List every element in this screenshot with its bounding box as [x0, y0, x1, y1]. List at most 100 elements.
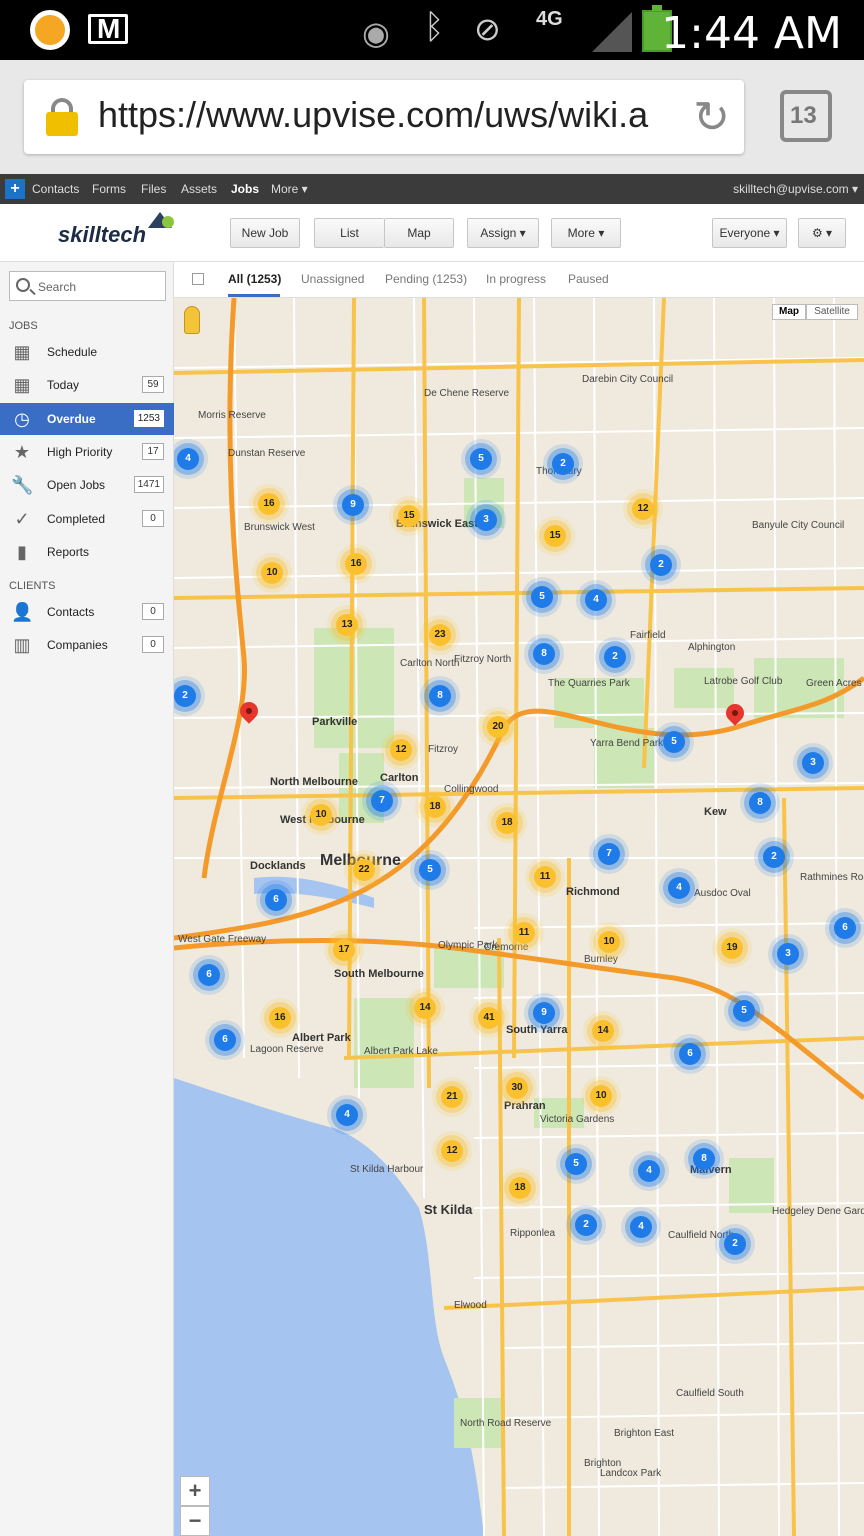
nav-assets[interactable]: Assets	[181, 182, 217, 196]
cluster-marker[interactable]: 16	[345, 553, 367, 575]
map-type-map[interactable]: Map	[772, 304, 806, 320]
cluster-marker[interactable]: 2	[724, 1233, 746, 1255]
cluster-marker[interactable]: 30	[506, 1077, 528, 1099]
cluster-marker[interactable]: 5	[565, 1153, 587, 1175]
zoom-out-button[interactable]: −	[180, 1506, 210, 1536]
cluster-marker[interactable]: 41	[478, 1007, 500, 1029]
cluster-marker[interactable]: 4	[177, 448, 199, 470]
cluster-marker[interactable]: 4	[630, 1216, 652, 1238]
nav-contacts[interactable]: Contacts	[32, 182, 79, 196]
nav-jobs[interactable]: Jobs	[231, 182, 259, 196]
sidebar-item-open-jobs[interactable]: 🔧 Open Jobs 1471	[0, 469, 174, 501]
sidebar-item-completed[interactable]: ✓ Completed 0	[0, 503, 174, 535]
cluster-marker[interactable]: 8	[693, 1148, 715, 1170]
cluster-marker[interactable]: 21	[441, 1086, 463, 1108]
reload-icon[interactable]: ↻	[693, 92, 730, 143]
nav-forms[interactable]: Forms	[92, 182, 126, 196]
tab-in-progress[interactable]: In progress	[486, 272, 546, 286]
cluster-marker[interactable]: 2	[552, 453, 574, 475]
cluster-marker[interactable]: 2	[575, 1214, 597, 1236]
tab-paused[interactable]: Paused	[568, 272, 609, 286]
cluster-marker[interactable]: 4	[336, 1104, 358, 1126]
cluster-marker[interactable]: 20	[487, 716, 509, 738]
sidebar-item-contacts[interactable]: 👤 Contacts 0	[0, 596, 174, 628]
cluster-marker[interactable]: 6	[679, 1043, 701, 1065]
cluster-marker[interactable]: 5	[663, 731, 685, 753]
select-all-checkbox[interactable]	[192, 273, 204, 285]
sidebar-item-overdue[interactable]: ◷ Overdue 1253	[0, 403, 174, 435]
cluster-marker[interactable]: 12	[441, 1140, 463, 1162]
cluster-marker[interactable]: 17	[333, 939, 355, 961]
cluster-marker[interactable]: 15	[398, 505, 420, 527]
cluster-marker[interactable]: 18	[424, 796, 446, 818]
url-bar[interactable]: https://www.upvise.com/uws/wiki.a ↻	[24, 80, 744, 154]
cluster-marker[interactable]: 8	[749, 792, 771, 814]
cluster-marker[interactable]: 22	[353, 859, 375, 881]
list-view-button[interactable]: List	[314, 218, 384, 248]
cluster-marker[interactable]: 3	[777, 943, 799, 965]
sidebar-item-high-priority[interactable]: ★ High Priority 17	[0, 436, 174, 468]
add-button[interactable]: +	[5, 179, 25, 199]
sidebar-item-today[interactable]: ▦ Today 59	[0, 369, 174, 401]
map-view-button[interactable]: Map	[384, 218, 454, 248]
cluster-marker[interactable]: 8	[533, 643, 555, 665]
new-job-button[interactable]: New Job	[230, 218, 300, 248]
cluster-marker[interactable]: 23	[429, 624, 451, 646]
cluster-marker[interactable]: 6	[214, 1029, 236, 1051]
user-menu[interactable]: skilltech@upvise.com ▾	[733, 182, 858, 196]
cluster-marker[interactable]: 13	[336, 614, 358, 636]
cluster-marker[interactable]: 5	[531, 586, 553, 608]
nav-files[interactable]: Files	[141, 182, 166, 196]
cluster-marker[interactable]: 11	[513, 922, 535, 944]
cluster-marker[interactable]: 19	[721, 937, 743, 959]
cluster-marker[interactable]: 2	[650, 554, 672, 576]
cluster-marker[interactable]: 9	[533, 1002, 555, 1024]
cluster-marker[interactable]: 2	[604, 646, 626, 668]
tabs-button[interactable]: 13	[780, 90, 832, 142]
zoom-in-button[interactable]: +	[180, 1476, 210, 1506]
tab-pending[interactable]: Pending (1253)	[385, 272, 467, 286]
cluster-marker[interactable]: 11	[534, 866, 556, 888]
cluster-marker[interactable]: 10	[261, 562, 283, 584]
cluster-marker[interactable]: 5	[733, 1000, 755, 1022]
lock-warning-icon[interactable]	[46, 98, 78, 136]
cluster-marker[interactable]: 10	[590, 1085, 612, 1107]
cluster-marker[interactable]: 2	[174, 685, 196, 707]
cluster-marker[interactable]: 12	[632, 498, 654, 520]
cluster-marker[interactable]: 16	[269, 1007, 291, 1029]
cluster-marker[interactable]: 10	[310, 804, 332, 826]
cluster-marker[interactable]: 10	[598, 931, 620, 953]
cluster-marker[interactable]: 3	[802, 752, 824, 774]
everyone-filter[interactable]: Everyone ▾	[712, 218, 787, 248]
tab-all[interactable]: All (1253)	[228, 272, 281, 286]
cluster-marker[interactable]: 4	[668, 877, 690, 899]
cluster-marker[interactable]: 18	[496, 812, 518, 834]
sidebar-item-companies[interactable]: ▥ Companies 0	[0, 629, 174, 661]
cluster-marker[interactable]: 4	[638, 1160, 660, 1182]
street-view-pegman-icon[interactable]	[184, 306, 200, 334]
cluster-marker[interactable]: 5	[419, 859, 441, 881]
cluster-marker[interactable]: 8	[429, 685, 451, 707]
sidebar-item-schedule[interactable]: ▦ Schedule	[0, 336, 174, 368]
cluster-marker[interactable]: 16	[258, 493, 280, 515]
cluster-marker[interactable]: 12	[390, 739, 412, 761]
tab-unassigned[interactable]: Unassigned	[301, 272, 364, 286]
cluster-marker[interactable]: 9	[342, 494, 364, 516]
cluster-marker[interactable]: 14	[414, 997, 436, 1019]
cluster-marker[interactable]: 6	[265, 889, 287, 911]
cluster-marker[interactable]: 5	[470, 448, 492, 470]
nav-more[interactable]: More ▾	[271, 182, 308, 196]
cluster-marker[interactable]: 7	[598, 843, 620, 865]
map-type-satellite[interactable]: Satellite	[806, 304, 858, 320]
search-input[interactable]: Search	[9, 271, 166, 301]
cluster-marker[interactable]: 3	[475, 509, 497, 531]
cluster-marker[interactable]: 6	[834, 917, 856, 939]
url-text[interactable]: https://www.upvise.com/uws/wiki.a	[98, 94, 698, 136]
settings-button[interactable]: ⚙ ▾	[798, 218, 846, 248]
jobs-map[interactable]: Melbourne Brunswick East Brunswick West …	[174, 298, 864, 1536]
cluster-marker[interactable]: 18	[509, 1177, 531, 1199]
cluster-marker[interactable]: 15	[544, 525, 566, 547]
cluster-marker[interactable]: 7	[371, 790, 393, 812]
assign-button[interactable]: Assign ▾	[467, 218, 539, 248]
cluster-marker[interactable]: 6	[198, 964, 220, 986]
